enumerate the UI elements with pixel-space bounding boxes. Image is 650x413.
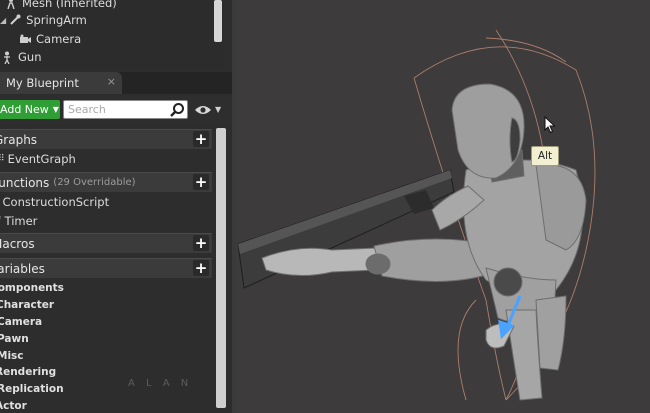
mouse-cursor-icon	[544, 116, 556, 134]
tree-item-springarm[interactable]: ◢ SpringArm	[0, 11, 87, 29]
tab-my-blueprint[interactable]: My Blueprint ×	[0, 72, 122, 94]
tree-item-camera[interactable]: Camera	[18, 30, 81, 48]
spring-arm-icon	[8, 13, 22, 27]
list-item-timer[interactable]: ƒ Timer	[0, 212, 37, 230]
section-variables[interactable]: Variables	[0, 258, 212, 278]
collapse-arrow-icon[interactable]: ◢	[0, 16, 6, 25]
add-macro-button[interactable]: +	[193, 235, 209, 251]
person-icon	[0, 50, 14, 64]
function-icon: ƒ	[0, 216, 1, 227]
item-label: ConstructionScript	[2, 195, 110, 209]
section-label: Macros	[0, 236, 35, 251]
tab-label: My Blueprint	[6, 76, 79, 90]
section-functions[interactable]: Functions (29 Overridable)	[0, 172, 212, 192]
variable-category-character[interactable]: Character	[0, 296, 54, 313]
variable-category-replication[interactable]: Replication	[0, 380, 64, 397]
camera-icon	[18, 32, 32, 46]
blueprint-editor-left-panel: Mesh (Inherited) ◢ SpringArm Camera Gun …	[0, 0, 232, 413]
tree-item-label: Gun	[18, 50, 42, 64]
section-label: Functions	[0, 175, 50, 190]
view-options-button[interactable]: ▼	[194, 101, 224, 118]
search-box	[63, 100, 188, 119]
graph-icon: ⠿	[0, 154, 5, 164]
mesh-icon	[4, 0, 18, 10]
add-variable-button[interactable]: +	[193, 260, 209, 276]
variable-category-rendering[interactable]: Rendering	[0, 363, 56, 380]
tree-item-gun[interactable]: Gun	[0, 48, 42, 66]
components-tree: Mesh (Inherited) ◢ SpringArm Camera Gun	[0, 0, 224, 70]
variable-category-components[interactable]: Components	[0, 279, 64, 296]
watermark: A L A N	[128, 378, 193, 389]
search-icon[interactable]	[169, 102, 185, 118]
add-new-label: Add New	[0, 103, 49, 116]
section-label: Graphs	[0, 132, 38, 147]
variable-category-actor[interactable]: Actor	[0, 397, 27, 413]
add-function-button[interactable]: +	[193, 174, 209, 190]
section-graphs[interactable]: Graphs	[0, 129, 212, 149]
character-model	[237, 29, 596, 401]
tab-strip: My Blueprint ×	[0, 72, 232, 94]
eye-icon	[195, 105, 211, 114]
add-graph-button[interactable]: +	[193, 131, 209, 147]
tree-item-label: SpringArm	[26, 13, 87, 27]
my-blueprint-scrollbar[interactable]	[216, 128, 226, 408]
add-new-button[interactable]: Add New ▼	[0, 100, 60, 119]
close-icon[interactable]: ×	[107, 75, 116, 88]
search-input[interactable]	[68, 102, 168, 117]
components-scrollbar[interactable]	[214, 0, 222, 42]
variable-category-pawn[interactable]: Pawn	[0, 330, 29, 347]
variable-category-misc[interactable]: Misc	[0, 347, 24, 364]
viewport[interactable]	[236, 0, 650, 413]
chevron-down-icon: ▼	[52, 105, 59, 114]
variable-category-camera[interactable]: Camera	[0, 313, 42, 330]
chevron-down-icon: ▼	[215, 105, 222, 114]
tree-item-label: Mesh (Inherited)	[22, 0, 117, 10]
section-macros[interactable]: Macros	[0, 233, 212, 253]
overridable-count: (29 Overridable)	[53, 177, 136, 188]
alt-tooltip: Alt	[531, 146, 559, 166]
item-label: EventGraph	[7, 152, 76, 166]
list-item-constructionscript[interactable]: ƒ ConstructionScript	[0, 193, 110, 211]
my-blueprint-toolbar: Add New ▼ ▼	[0, 96, 232, 122]
tree-item-label: Camera	[36, 32, 82, 46]
section-label: Variables	[0, 261, 45, 276]
item-label: Timer	[4, 214, 38, 228]
list-item-eventgraph[interactable]: ⠿ EventGraph	[0, 150, 76, 168]
